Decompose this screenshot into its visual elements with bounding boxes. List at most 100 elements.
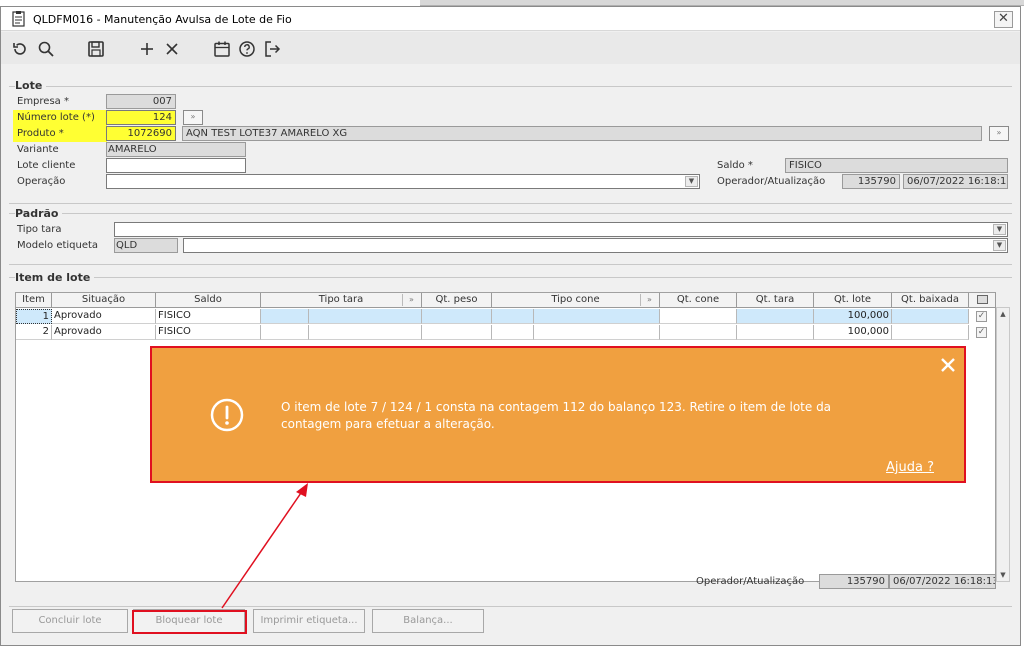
modelo-etiqueta-code-field[interactable]: QLD bbox=[114, 238, 178, 253]
help-icon[interactable] bbox=[237, 39, 257, 59]
column-header-saldo[interactable]: Saldo bbox=[156, 293, 261, 308]
alert-icon bbox=[210, 398, 244, 432]
row-tipo-tara-desc-cell[interactable] bbox=[309, 309, 422, 324]
lote-cliente-field[interactable] bbox=[106, 158, 246, 173]
column-header-tipo-cone[interactable]: Tipo cone » bbox=[492, 293, 660, 308]
window-title: QLDFM016 - Manutenção Avulsa de Lote de … bbox=[33, 13, 292, 26]
row-qt-tara-cell[interactable] bbox=[737, 309, 814, 324]
row-tipo-tara-code-cell[interactable] bbox=[261, 309, 309, 324]
tipo-cone-lookup-icon[interactable]: » bbox=[640, 294, 658, 306]
delete-icon[interactable] bbox=[162, 39, 182, 59]
operacao-select[interactable]: ▼ bbox=[106, 174, 700, 189]
empresa-field[interactable]: 007 bbox=[106, 94, 176, 109]
column-header-qt-tara[interactable]: Qt. tara bbox=[737, 293, 814, 308]
variante-field[interactable]: AMARELO bbox=[106, 142, 246, 157]
variante-label: Variante bbox=[17, 144, 59, 155]
column-header-qt-baixada[interactable]: Qt. baixada bbox=[892, 293, 969, 308]
scroll-down-icon[interactable]: ▼ bbox=[998, 570, 1008, 580]
row-qt-cone-cell[interactable] bbox=[660, 309, 737, 324]
concluir-lote-button[interactable]: Concluir lote bbox=[12, 609, 128, 633]
grid-operador-label: Operador/Atualização bbox=[696, 576, 805, 587]
chevron-down-icon[interactable]: ▼ bbox=[993, 224, 1006, 235]
popup-message: O item de lote 7 / 124 / 1 consta na con… bbox=[281, 400, 832, 431]
row-qt-tara-cell[interactable] bbox=[737, 325, 814, 340]
lote-cliente-label: Lote cliente bbox=[17, 160, 76, 171]
column-header-situacao[interactable]: Situação bbox=[52, 293, 156, 308]
grid-vertical-scrollbar[interactable]: ▲ ▼ bbox=[996, 307, 1010, 582]
exit-icon[interactable] bbox=[262, 39, 282, 59]
add-icon[interactable] bbox=[137, 39, 157, 59]
produto-label: Produto * bbox=[17, 128, 64, 139]
column-header-tipo-tara-label: Tipo tara bbox=[318, 294, 364, 305]
row-tipo-tara-desc-cell[interactable] bbox=[309, 325, 422, 340]
tipo-tara-select[interactable]: ▼ bbox=[114, 222, 1008, 237]
chevron-down-icon[interactable]: ▼ bbox=[685, 176, 698, 187]
operador-label: Operador/Atualização bbox=[717, 176, 826, 187]
produto-lookup-button[interactable]: » bbox=[989, 126, 1009, 141]
column-header-qt-lote[interactable]: Qt. lote bbox=[814, 293, 892, 308]
saldo-label: Saldo * bbox=[717, 160, 753, 171]
item-lote-legend: Item de lote bbox=[15, 271, 95, 284]
save-icon[interactable] bbox=[86, 39, 106, 59]
error-popup: O item de lote 7 / 124 / 1 consta na con… bbox=[150, 346, 966, 483]
row-saldo-cell[interactable]: FISICO bbox=[156, 325, 261, 340]
numero-lote-field[interactable]: 124 bbox=[106, 110, 176, 125]
imprimir-etiqueta-button[interactable]: Imprimir etiqueta... bbox=[253, 609, 365, 633]
padrao-legend: Padrão bbox=[15, 207, 63, 220]
toolbar bbox=[1, 32, 1020, 64]
row-qt-lote-cell[interactable]: 100,000 bbox=[814, 309, 892, 324]
close-icon[interactable] bbox=[937, 354, 959, 376]
grid-atualizacao-field: 06/07/2022 16:18:13 bbox=[889, 574, 996, 589]
row-tipo-cone-code-cell[interactable] bbox=[492, 325, 534, 340]
numero-lote-label: Número lote (*) bbox=[17, 112, 95, 123]
help-link[interactable]: Ajuda ? bbox=[886, 460, 934, 475]
column-header-tipo-cone-label: Tipo cone bbox=[551, 294, 600, 305]
title-bar: QLDFM016 - Manutenção Avulsa de Lote de … bbox=[1, 7, 1020, 31]
modelo-etiqueta-select[interactable]: ▼ bbox=[183, 238, 1008, 253]
row-qt-lote-cell[interactable]: 100,000 bbox=[814, 325, 892, 340]
row-qt-peso-cell[interactable] bbox=[422, 325, 492, 340]
operador-field: 135790 bbox=[842, 174, 900, 189]
row-tipo-tara-code-cell[interactable] bbox=[261, 325, 309, 340]
close-window-button[interactable]: ✕ bbox=[994, 11, 1013, 28]
modelo-etiqueta-label: Modelo etiqueta bbox=[17, 240, 99, 251]
column-header-qt-peso[interactable]: Qt. peso bbox=[422, 293, 492, 308]
row-situacao-cell[interactable]: Aprovado bbox=[52, 309, 156, 324]
row-saldo-cell[interactable]: FISICO bbox=[156, 309, 261, 324]
row-checkbox[interactable]: ✓ bbox=[976, 311, 987, 322]
main-window: QLDFM016 - Manutenção Avulsa de Lote de … bbox=[0, 6, 1021, 646]
column-header-tipo-tara[interactable]: Tipo tara » bbox=[261, 293, 422, 308]
saldo-field[interactable]: FISICO bbox=[785, 158, 1008, 173]
row-tipo-cone-code-cell[interactable] bbox=[492, 309, 534, 324]
calendar-icon[interactable] bbox=[212, 39, 232, 59]
search-icon[interactable] bbox=[36, 39, 56, 59]
numero-lote-lookup-button[interactable]: » bbox=[183, 110, 203, 125]
select-all-icon bbox=[976, 295, 988, 304]
empresa-label: Empresa * bbox=[17, 96, 69, 107]
tipo-tara-lookup-icon[interactable]: » bbox=[402, 294, 420, 306]
annotation-highlight-box bbox=[132, 610, 247, 634]
row-item-cell[interactable]: 2 bbox=[16, 325, 52, 340]
grid-operador-field: 135790 bbox=[819, 574, 889, 589]
operacao-label: Operação bbox=[17, 176, 66, 187]
column-header-qt-cone[interactable]: Qt. cone bbox=[660, 293, 737, 308]
column-header-item[interactable]: Item bbox=[16, 293, 52, 308]
row-item-cell[interactable]: 1 bbox=[16, 309, 52, 324]
row-situacao-cell[interactable]: Aprovado bbox=[52, 325, 156, 340]
row-qt-baixada-cell[interactable] bbox=[892, 309, 969, 324]
row-qt-peso-cell[interactable] bbox=[422, 309, 492, 324]
refresh-icon[interactable] bbox=[10, 39, 30, 59]
scroll-up-icon[interactable]: ▲ bbox=[998, 309, 1008, 319]
balanca-button[interactable]: Balança... bbox=[372, 609, 484, 633]
atualizacao-field: 06/07/2022 16:18:13 bbox=[903, 174, 1008, 189]
produto-description-field: AQN TEST LOTE37 AMARELO XG bbox=[182, 126, 982, 141]
lote-legend: Lote bbox=[15, 79, 47, 92]
row-qt-cone-cell[interactable] bbox=[660, 325, 737, 340]
row-checkbox[interactable]: ✓ bbox=[976, 327, 987, 338]
produto-field[interactable]: 1072690 bbox=[106, 126, 176, 141]
row-tipo-cone-desc-cell[interactable] bbox=[534, 309, 660, 324]
column-header-select-all[interactable] bbox=[969, 293, 996, 308]
chevron-down-icon[interactable]: ▼ bbox=[993, 240, 1006, 251]
row-tipo-cone-desc-cell[interactable] bbox=[534, 325, 660, 340]
row-qt-baixada-cell[interactable] bbox=[892, 325, 969, 340]
